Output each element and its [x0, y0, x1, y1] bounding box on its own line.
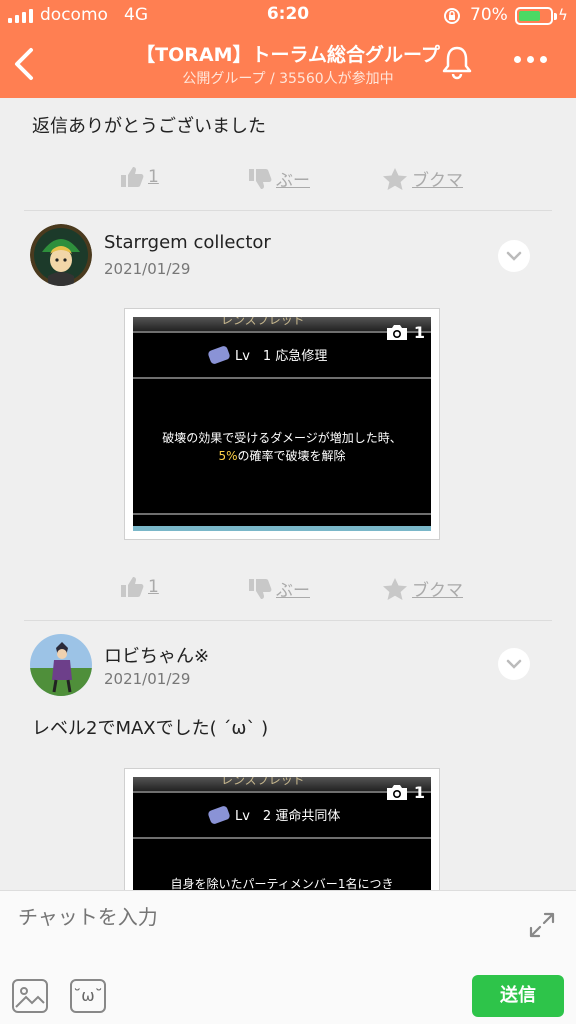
image-icon [15, 987, 45, 1008]
camera-icon [386, 325, 407, 340]
bookmark-label: ブクマ [412, 171, 463, 191]
skill-name: Lv 1 応急修理 [207, 344, 328, 365]
star-icon [383, 577, 407, 600]
bell-icon[interactable] [440, 44, 474, 80]
skill-desc-line2: 5%の確率で破壊を解除 [133, 447, 431, 465]
bookmark-button[interactable]: ブクマ [382, 576, 463, 601]
skill-icon [207, 804, 231, 825]
screenshot-footer [133, 526, 431, 531]
avatar-image [30, 634, 92, 696]
thumbs-up-icon [121, 577, 144, 597]
message-actions: 1 ぶー ブクマ [0, 166, 576, 196]
username[interactable]: Starrgem collector [104, 232, 271, 253]
chevron-down-icon [506, 251, 522, 261]
avatar[interactable] [30, 634, 92, 696]
skill-description: 破壊の効果で受けるダメージが増加した時、 5%の確率で破壊を解除 [133, 429, 431, 465]
message-actions: 1 ぶー ブクマ [0, 576, 576, 606]
boo-label: ぶー [276, 581, 310, 601]
emoji-button[interactable]: ˘ω˘ [70, 979, 106, 1013]
star-icon [383, 167, 407, 190]
back-arrow-icon[interactable] [12, 46, 36, 82]
photo-count-value: 1 [413, 783, 425, 802]
boo-button[interactable]: ぶー [248, 576, 310, 601]
screenshot-banner-text: レンズフレッド [221, 777, 305, 787]
skill-name: Lv 2 運命共同体 [207, 804, 341, 825]
skill-description: 自身を除いたパーティメンバー1名につき [133, 875, 431, 890]
thumbs-down-icon [249, 578, 272, 599]
header-bar: docomo 4G 6:20 70% ϟ 【TORAM】トーラム総合グループ 公… [0, 0, 576, 98]
skill-text: Lv 1 応急修理 [235, 349, 328, 364]
chat-composer: ˘ω˘ 送信 [0, 890, 576, 1024]
skill-desc-highlight: 5% [218, 449, 238, 463]
avatar[interactable] [30, 224, 92, 286]
status-bar: docomo 4G 6:20 70% ϟ [0, 0, 576, 32]
message-feed[interactable]: 返信ありがとうございました 1 ぶー ブクマ Starrgem collecto… [0, 98, 576, 890]
battery-icon [515, 7, 553, 25]
bookmark-label: ブクマ [412, 581, 463, 601]
bookmark-button[interactable]: ブクマ [382, 166, 463, 191]
boo-button[interactable]: ぶー [248, 166, 310, 191]
battery-tip [554, 13, 557, 20]
skill-text: Lv 2 運命共同体 [235, 809, 341, 824]
attached-image[interactable]: レンズフレッド Lv 2 運命共同体 自身を除いたパーティメンバー1名につき 1 [124, 768, 440, 890]
charging-icon: ϟ [558, 6, 568, 24]
message-text: 返信ありがとうございました [32, 116, 266, 137]
image-picker-button[interactable] [12, 979, 48, 1013]
like-count: 1 [148, 167, 159, 187]
battery-level [519, 11, 540, 21]
divider [24, 210, 552, 211]
skill-desc-rest: の確率で破壊を解除 [237, 449, 346, 463]
skill-desc-line1: 自身を除いたパーティメンバー1名につき [170, 877, 394, 890]
post-menu-button[interactable] [498, 648, 530, 680]
divider [24, 620, 552, 621]
like-button[interactable]: 1 [120, 166, 159, 188]
screenshot-banner-text: レンズフレッド [221, 317, 305, 327]
photo-count: 1 [386, 783, 425, 802]
chat-input[interactable] [18, 905, 498, 929]
rotation-lock-icon [444, 8, 460, 24]
boo-label: ぶー [276, 171, 310, 191]
chevron-down-icon [506, 659, 522, 669]
screenshot-rule [133, 377, 431, 379]
post-menu-button[interactable] [498, 240, 530, 272]
avatar-image [30, 224, 92, 286]
photo-count: 1 [386, 323, 425, 342]
skill-desc-line1: 破壊の効果で受けるダメージが増加した時、 [162, 431, 402, 445]
message-text: レベル2でMAXでした( ´ω` ) [32, 718, 269, 739]
camera-icon [386, 785, 407, 800]
send-button[interactable]: 送信 [472, 975, 564, 1017]
thumbs-up-icon [121, 167, 144, 187]
username[interactable]: ロビちゃん※ [104, 642, 209, 668]
attached-image[interactable]: レンズフレッド Lv 1 応急修理 破壊の効果で受けるダメージが増加した時、 5… [124, 308, 440, 540]
expand-icon[interactable] [528, 911, 556, 939]
game-screenshot: レンズフレッド Lv 1 応急修理 破壊の効果で受けるダメージが増加した時、 5… [133, 317, 431, 531]
screenshot-rule [133, 513, 431, 515]
battery-percent: 70% [470, 5, 508, 25]
more-menu-icon[interactable] [514, 56, 547, 63]
screenshot-rule [133, 837, 431, 839]
thumbs-down-icon [249, 168, 272, 189]
post-date: 2021/01/29 [104, 260, 191, 278]
like-button[interactable]: 1 [120, 576, 159, 598]
skill-icon [207, 344, 231, 365]
like-count: 1 [148, 577, 159, 597]
game-screenshot: レンズフレッド Lv 2 運命共同体 自身を除いたパーティメンバー1名につき 1 [133, 777, 431, 890]
photo-count-value: 1 [413, 323, 425, 342]
post-date: 2021/01/29 [104, 670, 191, 688]
